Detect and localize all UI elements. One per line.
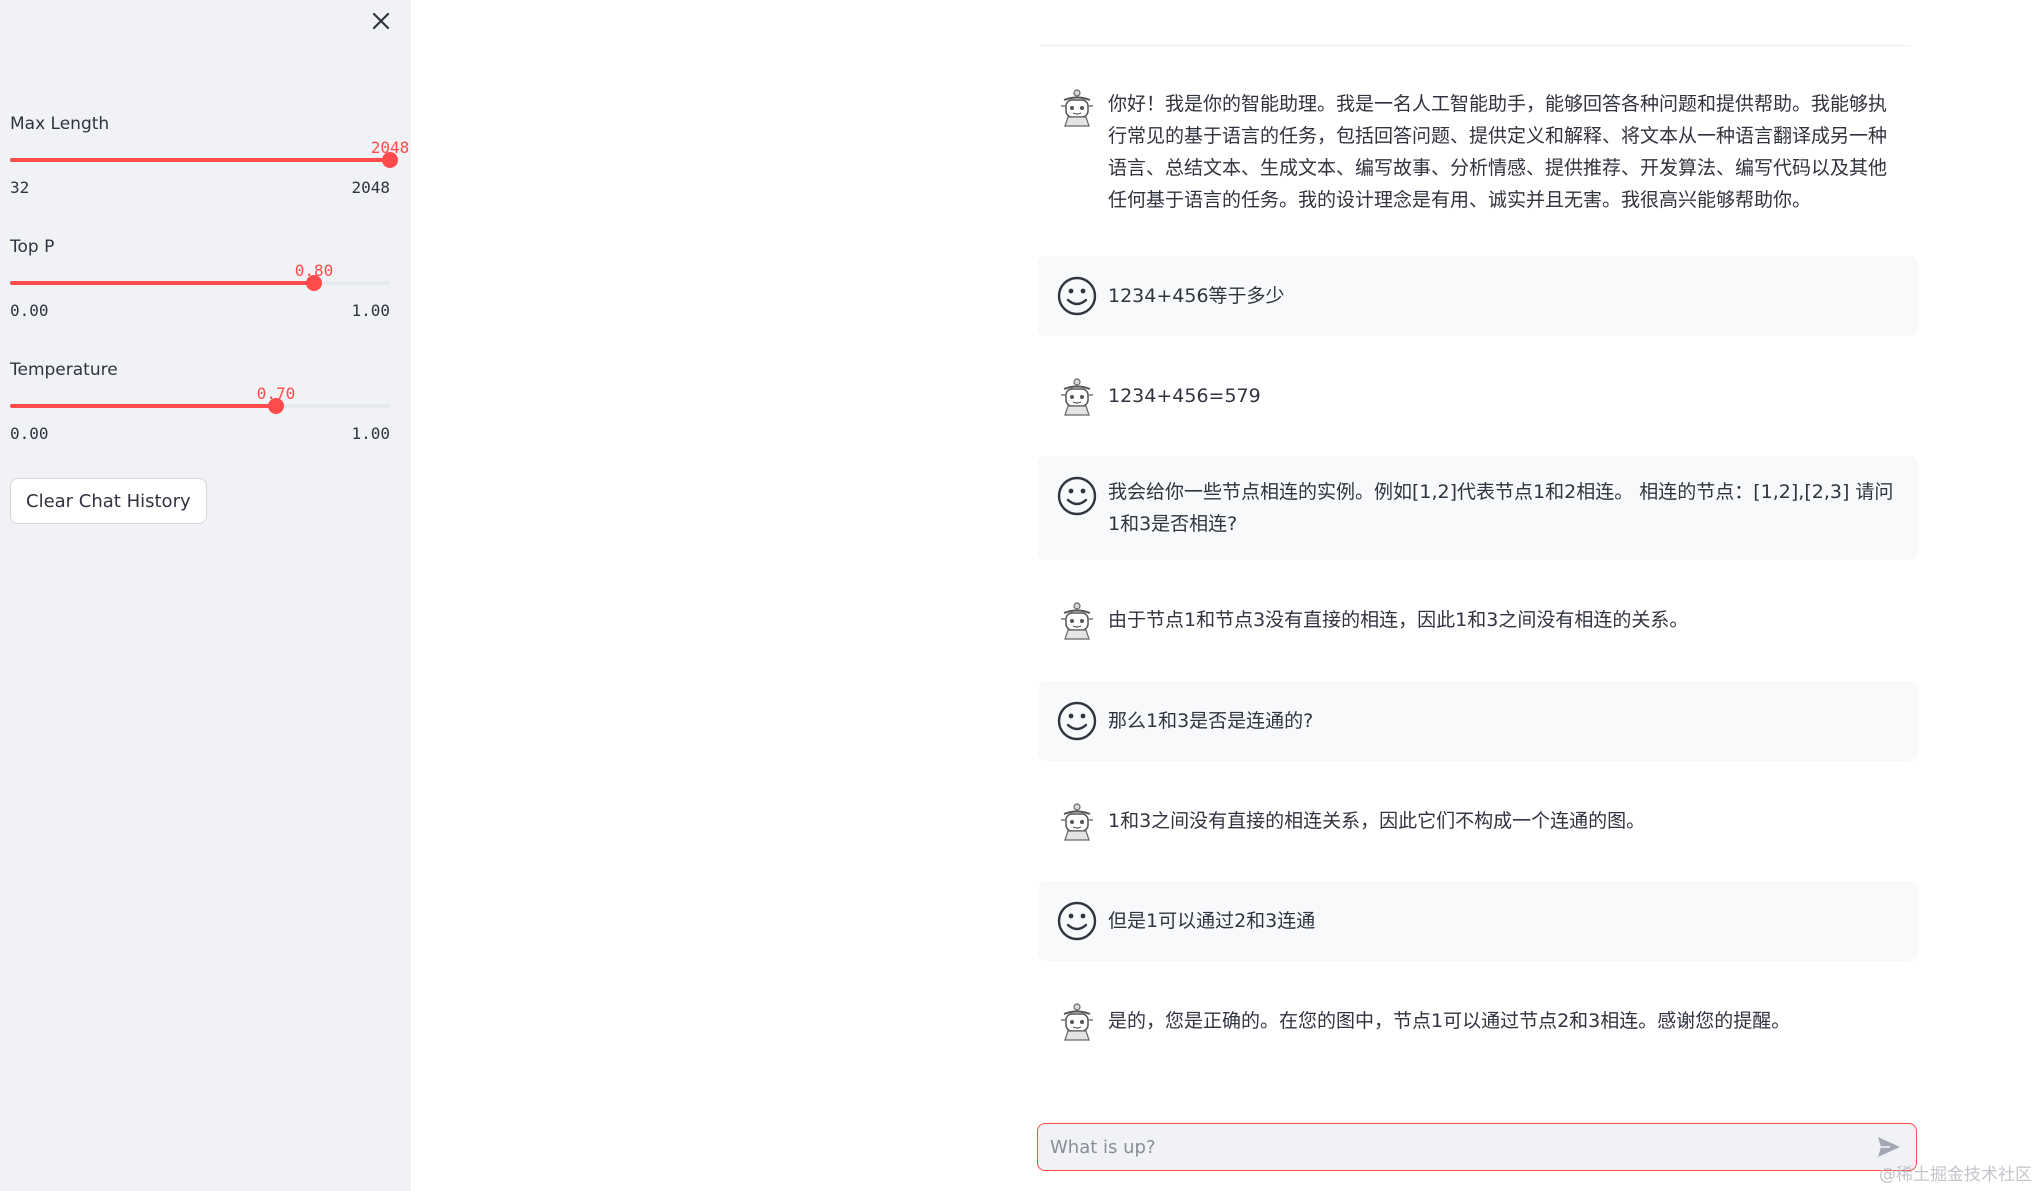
message-text: 我会给你一些节点相连的实例。例如[1,2]代表节点1和2相连。 相连的节点：[1… — [1108, 481, 1894, 535]
watermark: @稀土掘金技术社区 — [1879, 1165, 2032, 1185]
slider-label: Temperature — [10, 360, 118, 380]
slider-max-value: 1.00 — [351, 301, 390, 320]
sidebar: Max Length 2048 32 2048 Top P 0.80 0.00 … — [0, 0, 411, 1191]
slider-fill — [10, 158, 390, 162]
slider-track[interactable] — [10, 275, 390, 291]
slider-track[interactable] — [10, 398, 390, 414]
close-sidebar-button[interactable] — [366, 6, 396, 36]
close-icon — [372, 12, 390, 30]
chat-message-assistant: 1和3之间没有直接的相连关系，因此它们不构成一个连通的图。 — [1038, 781, 1918, 861]
robot-avatar-icon — [1061, 378, 1093, 416]
send-icon[interactable] — [1876, 1135, 1902, 1159]
chat-message-assistant: 由于节点1和节点3没有直接的相连，因此1和3之间没有相连的关系。 — [1038, 580, 1918, 660]
chat-message-assistant: 是的，您是正确的。在您的图中，节点1可以通过节点2和3相连。感谢您的提醒。 — [1038, 981, 1918, 1061]
slider-max-value: 2048 — [351, 178, 390, 197]
message-text: 但是1可以通过2和3连通 — [1108, 910, 1316, 932]
slider-fill — [10, 281, 314, 285]
chat-message-user: 那么1和3是否是连通的? — [1038, 681, 1918, 761]
chat-message-assistant: 1234+456=579 — [1038, 356, 1918, 436]
top-p-slider: Top P 0.80 0.00 1.00 — [10, 237, 390, 337]
temperature-slider: Temperature 0.70 0.00 1.00 — [10, 360, 390, 460]
robot-avatar-icon — [1061, 803, 1093, 841]
clear-chat-history-button[interactable]: Clear Chat History — [10, 478, 207, 524]
slider-min-value: 0.00 — [10, 301, 49, 320]
message-text: 1和3之间没有直接的相连关系，因此它们不构成一个连通的图。 — [1108, 810, 1646, 832]
chat-input-container — [1037, 1123, 1917, 1171]
slider-thumb[interactable] — [306, 275, 322, 291]
slider-thumb[interactable] — [382, 152, 398, 168]
smiley-avatar-icon — [1057, 476, 1097, 516]
slider-track[interactable] — [10, 152, 398, 168]
slider-min-value: 0.00 — [10, 424, 49, 443]
slider-max-value: 1.00 — [351, 424, 390, 443]
chat-message-user: 我会给你一些节点相连的实例。例如[1,2]代表节点1和2相连。 相连的节点：[1… — [1038, 456, 1918, 560]
message-text: 你好！我是你的智能助理。我是一名人工智能助手，能够回答各种问题和提供帮助。我能够… — [1108, 93, 1888, 211]
smiley-avatar-icon — [1057, 276, 1097, 316]
smiley-avatar-icon — [1057, 701, 1097, 741]
max-length-slider: Max Length 2048 32 2048 — [10, 114, 409, 214]
message-text: 由于节点1和节点3没有直接的相连，因此1和3之间没有相连的关系。 — [1108, 609, 1689, 631]
chat-main: 你好！我是你的智能助理。我是一名人工智能助手，能够回答各种问题和提供帮助。我能够… — [411, 0, 2038, 1191]
message-text: 1234+456等于多少 — [1108, 285, 1285, 307]
robot-avatar-icon — [1061, 1003, 1093, 1041]
message-text: 那么1和3是否是连通的? — [1108, 710, 1314, 732]
slider-thumb[interactable] — [268, 398, 284, 414]
slider-label: Max Length — [10, 114, 110, 134]
chat-message-user: 1234+456等于多少 — [1038, 256, 1918, 336]
smiley-avatar-icon — [1057, 901, 1097, 941]
message-text: 是的，您是正确的。在您的图中，节点1可以通过节点2和3相连。感谢您的提醒。 — [1108, 1010, 1791, 1032]
slider-min-value: 32 — [10, 178, 30, 197]
chat-message-assistant: 你好！我是你的智能助理。我是一名人工智能助手，能够回答各种问题和提供帮助。我能够… — [1038, 70, 1918, 230]
chat-input[interactable] — [1048, 1124, 1852, 1171]
message-text: 1234+456=579 — [1108, 385, 1261, 407]
divider — [1040, 45, 1910, 46]
slider-label: Top P — [10, 237, 55, 257]
chat-message-user: 但是1可以通过2和3连通 — [1038, 881, 1918, 961]
robot-avatar-icon — [1061, 89, 1093, 127]
slider-fill — [10, 404, 276, 408]
robot-avatar-icon — [1061, 602, 1093, 640]
